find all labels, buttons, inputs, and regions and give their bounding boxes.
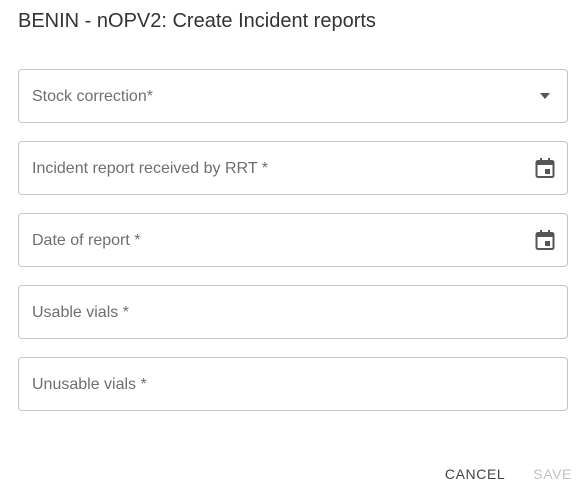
- calendar-icon[interactable]: [534, 157, 556, 179]
- usable-vials-label: Usable vials *: [32, 304, 129, 321]
- usable-vials-field[interactable]: Usable vials *: [18, 285, 568, 339]
- save-button[interactable]: SAVE: [533, 466, 572, 482]
- incident-report-received-date-field[interactable]: Incident report received by RRT *: [18, 141, 568, 195]
- create-incident-report-dialog: BENIN - nOPV2: Create Incident reports S…: [0, 0, 588, 489]
- dialog-title: BENIN - nOPV2: Create Incident reports: [18, 10, 376, 32]
- dropdown-arrow-icon: [534, 85, 556, 107]
- cancel-button[interactable]: CANCEL: [445, 466, 505, 482]
- stock-correction-label: Stock correction*: [32, 88, 153, 105]
- dialog-actions: CANCEL SAVE: [445, 466, 572, 482]
- calendar-icon[interactable]: [534, 229, 556, 251]
- unusable-vials-label: Unusable vials *: [32, 376, 147, 393]
- date-of-report-field[interactable]: Date of report *: [18, 213, 568, 267]
- stock-correction-select[interactable]: Stock correction*: [18, 69, 568, 123]
- incident-report-received-label: Incident report received by RRT *: [32, 160, 268, 177]
- unusable-vials-field[interactable]: Unusable vials *: [18, 357, 568, 411]
- date-of-report-label: Date of report *: [32, 232, 141, 249]
